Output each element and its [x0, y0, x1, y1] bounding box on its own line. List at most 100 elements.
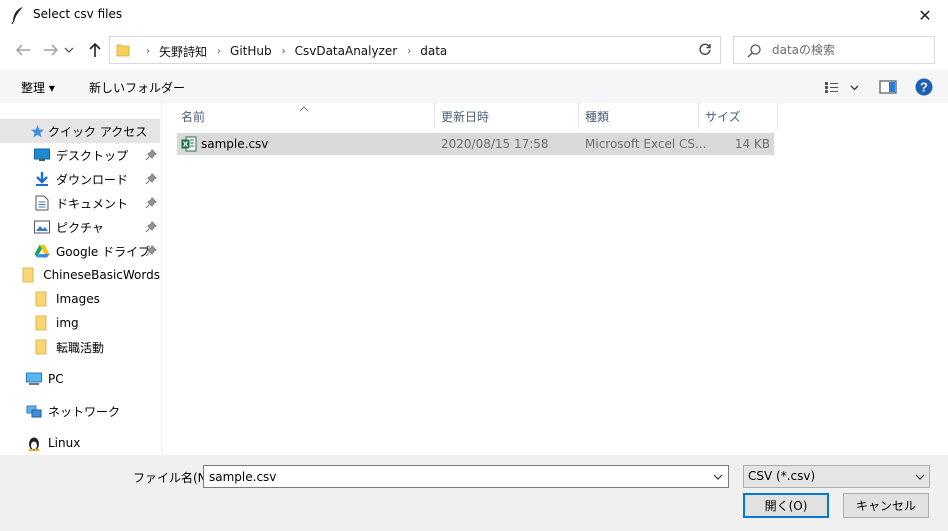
- sidebar-item-label: 転職活動: [56, 340, 105, 355]
- refresh-button[interactable]: [689, 36, 721, 64]
- sidebar-item-pictures[interactable]: ピクチャ: [0, 215, 160, 239]
- pin-icon: [145, 197, 157, 209]
- filetype-select[interactable]: CSV (*.csv): [743, 465, 930, 488]
- close-icon: ✕: [918, 5, 932, 25]
- change-view-button[interactable]: [824, 78, 860, 96]
- help-button[interactable]: ?: [915, 78, 933, 96]
- new-folder-button[interactable]: 新しいフォルダー: [89, 79, 185, 96]
- search-icon: [747, 44, 761, 58]
- toolbar: 整理 ▾ 新しいフォルダー ?: [0, 70, 948, 103]
- sidebar-item-label: Linux: [48, 436, 81, 450]
- sidebar-item-network[interactable]: ネットワーク: [0, 399, 160, 423]
- file-type: Microsoft Excel CS...: [585, 137, 707, 151]
- sidebar-item-label: ピクチャ: [56, 220, 104, 235]
- sidebar-item-label: クイック アクセス: [48, 124, 148, 139]
- help-icon: ?: [915, 78, 933, 96]
- pin-icon: [145, 173, 157, 185]
- pin-icon: [145, 221, 157, 233]
- title-bar: Select csv files ✕: [0, 0, 948, 30]
- close-button[interactable]: ✕: [902, 0, 948, 30]
- folder-icon: [34, 291, 50, 307]
- preview-pane-button[interactable]: [879, 78, 897, 96]
- sidebar-item-chinesebasicwords[interactable]: ChineseBasicWords: [0, 263, 160, 287]
- sidebar-item-images[interactable]: Images: [0, 287, 160, 311]
- breadcrumb-separator: ›: [146, 45, 150, 57]
- chevron-down-icon: [913, 470, 927, 484]
- sidebar-item-img[interactable]: img: [0, 311, 160, 335]
- filename-input[interactable]: [207, 468, 697, 485]
- search-box: [733, 36, 935, 64]
- sidebar-item-label: ドキュメント: [56, 196, 129, 211]
- breadcrumb-item-project[interactable]: CsvDataAnalyzer: [295, 44, 398, 58]
- google-drive-icon: [34, 243, 50, 259]
- sidebar-item-label: ChineseBasicWords: [43, 268, 160, 282]
- sidebar-item-quick-access[interactable]: クイック アクセス: [0, 119, 160, 143]
- column-divider[interactable]: [434, 103, 435, 129]
- dialog-footer: ファイル名(N): CSV (*.csv) 開く(O) キャンセル: [0, 455, 948, 531]
- column-divider[interactable]: [698, 103, 699, 129]
- folder-icon: [34, 315, 50, 331]
- column-header-size[interactable]: サイズ: [705, 103, 741, 129]
- file-modified: 2020/08/15 17:58: [441, 137, 549, 151]
- filename-combobox[interactable]: [203, 465, 729, 488]
- breadcrumb-separator: ›: [281, 45, 286, 57]
- file-row[interactable]: sample.csv 2020/08/15 17:58 Microsoft Ex…: [177, 133, 774, 155]
- breadcrumb-item-data[interactable]: data: [420, 44, 447, 58]
- column-header-type[interactable]: 種類: [585, 103, 609, 129]
- breadcrumb-separator: ›: [217, 45, 222, 57]
- address-bar[interactable]: › 矢野詩知 › GitHub › CsvDataAnalyzer › data: [109, 36, 785, 64]
- arrow-right-icon: [44, 44, 59, 56]
- cancel-button[interactable]: キャンセル: [843, 493, 929, 518]
- chevron-down-icon: [713, 474, 723, 480]
- star-icon: [29, 123, 45, 139]
- organize-button[interactable]: 整理 ▾: [21, 79, 55, 96]
- recent-locations-button[interactable]: [62, 40, 76, 60]
- column-divider[interactable]: [777, 103, 778, 129]
- breadcrumb-item-user[interactable]: 矢野詩知: [159, 43, 207, 60]
- file-name: sample.csv: [201, 137, 269, 151]
- navigation-bar: › 矢野詩知 › GitHub › CsvDataAnalyzer › data: [0, 30, 948, 70]
- sidebar-item-label: PC: [48, 372, 64, 386]
- filetype-value: CSV (*.csv): [748, 469, 816, 483]
- sidebar-item-label: img: [56, 316, 79, 330]
- arrow-left-icon: [15, 44, 30, 56]
- column-header-name[interactable]: 名前: [181, 103, 205, 129]
- sidebar-item-pc[interactable]: PC: [0, 367, 160, 391]
- chevron-down-icon: [64, 47, 74, 53]
- filename-dropdown-button[interactable]: [708, 466, 728, 487]
- pin-icon: [145, 149, 157, 161]
- breadcrumb-item-github[interactable]: GitHub: [230, 44, 272, 58]
- up-button[interactable]: [84, 40, 106, 60]
- sidebar-item-desktop[interactable]: デスクトップ: [0, 143, 160, 167]
- sidebar-item-documents[interactable]: ドキュメント: [0, 191, 160, 215]
- navigation-pane: クイック アクセス デスクトップ ダウンロード ドキュメント ピクチャ Goog…: [0, 103, 162, 455]
- main-area: クイック アクセス デスクトップ ダウンロード ドキュメント ピクチャ Goog…: [0, 103, 948, 455]
- open-button[interactable]: 開く(O): [743, 493, 829, 518]
- back-button[interactable]: [12, 40, 34, 60]
- folder-icon: [34, 339, 50, 355]
- file-list: 名前 更新日時 種類 サイズ sample.csv 2020/08/15 17:…: [163, 103, 948, 455]
- forward-button[interactable]: [40, 40, 62, 60]
- network-icon: [26, 403, 42, 419]
- search-input[interactable]: [770, 41, 930, 59]
- sidebar-item-label: Images: [56, 292, 100, 306]
- svg-text:?: ?: [920, 80, 928, 95]
- feather-icon: [10, 6, 26, 25]
- folder-icon: [116, 44, 130, 57]
- column-divider[interactable]: [578, 103, 579, 129]
- sidebar-item-label: デスクトップ: [56, 148, 129, 163]
- sidebar-item-job-hunting[interactable]: 転職活動: [0, 335, 160, 359]
- column-header-modified[interactable]: 更新日時: [441, 103, 489, 129]
- sidebar-item-label: ネットワーク: [48, 404, 121, 419]
- sidebar-item-google-drive[interactable]: Google ドライブ: [0, 239, 160, 263]
- file-dialog: Select csv files ✕ › 矢野詩知 › GitHub › Csv…: [0, 0, 948, 531]
- picture-icon: [34, 219, 50, 235]
- arrow-up-icon: [89, 42, 101, 57]
- pin-icon: [145, 245, 157, 257]
- sidebar-item-label: Google ドライブ: [56, 244, 151, 259]
- sidebar-item-downloads[interactable]: ダウンロード: [0, 167, 160, 191]
- document-icon: [34, 195, 50, 211]
- sidebar-item-linux[interactable]: Linux: [0, 431, 160, 455]
- sidebar-item-label: ダウンロード: [56, 172, 129, 187]
- breadcrumb: › 矢野詩知 › GitHub › CsvDataAnalyzer › data: [136, 43, 447, 59]
